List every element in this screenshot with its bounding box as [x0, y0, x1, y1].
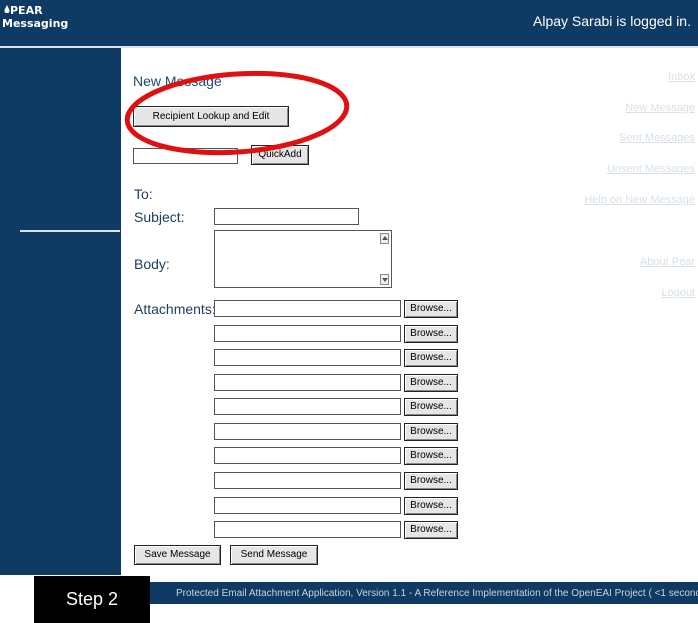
browse-button-5[interactable]: Browse... [404, 398, 458, 416]
body-label: Body: [134, 256, 170, 272]
browse-button-2[interactable]: Browse... [404, 325, 458, 343]
sidebar-item-logout[interactable]: Logout [661, 287, 695, 299]
browse-button-6[interactable]: Browse... [404, 423, 458, 441]
attachments-label: Attachments: [134, 301, 216, 317]
quickadd-input[interactable] [133, 148, 238, 164]
attachment-input-4[interactable] [214, 374, 401, 391]
sidebar-item-help-new-message[interactable]: Help on New Message [584, 194, 695, 206]
attachment-input-1[interactable] [214, 300, 401, 317]
scroll-down-arrow-icon[interactable] [380, 274, 389, 285]
send-message-button[interactable]: Send Message [230, 545, 318, 565]
subject-label: Subject: [134, 209, 185, 225]
browse-button-3[interactable]: Browse... [404, 349, 458, 367]
attachment-input-3[interactable] [214, 349, 401, 366]
sidebar-item-sent-messages[interactable]: Sent Messages [619, 132, 695, 144]
attachment-input-2[interactable] [214, 325, 401, 342]
attachment-input-9[interactable] [214, 497, 401, 514]
browse-button-7[interactable]: Browse... [404, 447, 458, 465]
body-textarea[interactable] [214, 230, 392, 288]
browse-button-8[interactable]: Browse... [404, 472, 458, 490]
scroll-up-arrow-icon[interactable] [380, 233, 389, 244]
app-logo: PEAR Messaging [2, 4, 92, 30]
browse-button-4[interactable]: Browse... [404, 374, 458, 392]
sidebar-item-inbox[interactable]: Inbox [668, 71, 695, 83]
sidebar-item-new-message[interactable]: New Message [625, 102, 695, 114]
footer-text: Protected Email Attachment Application, … [176, 588, 698, 599]
recipient-lookup-button[interactable]: Recipient Lookup and Edit [133, 106, 289, 127]
quickadd-button[interactable]: QuickAdd [251, 145, 309, 165]
attachment-input-5[interactable] [214, 398, 401, 415]
browse-button-10[interactable]: Browse... [404, 521, 458, 539]
login-status: Alpay Sarabi is logged in. [533, 13, 691, 29]
to-label: To: [134, 186, 153, 202]
logo-line2: Messaging [2, 17, 69, 30]
page-title: New Message [133, 73, 222, 89]
browse-button-9[interactable]: Browse... [404, 497, 458, 515]
attachment-input-8[interactable] [214, 472, 401, 489]
attachment-input-10[interactable] [214, 521, 401, 538]
sidebar-item-about-pear[interactable]: About Pear [640, 256, 695, 268]
sidebar [0, 48, 121, 575]
subject-input[interactable] [214, 208, 359, 225]
sidebar-item-unsent-messages[interactable]: Unsent Messages [607, 163, 695, 175]
step-label: Step 2 [34, 576, 150, 623]
attachment-input-7[interactable] [214, 447, 401, 464]
sidebar-divider [20, 230, 120, 232]
attachment-input-6[interactable] [214, 423, 401, 440]
save-message-button[interactable]: Save Message [134, 545, 221, 565]
logo-line1: PEAR [10, 4, 43, 17]
browse-button-1[interactable]: Browse... [404, 300, 458, 318]
